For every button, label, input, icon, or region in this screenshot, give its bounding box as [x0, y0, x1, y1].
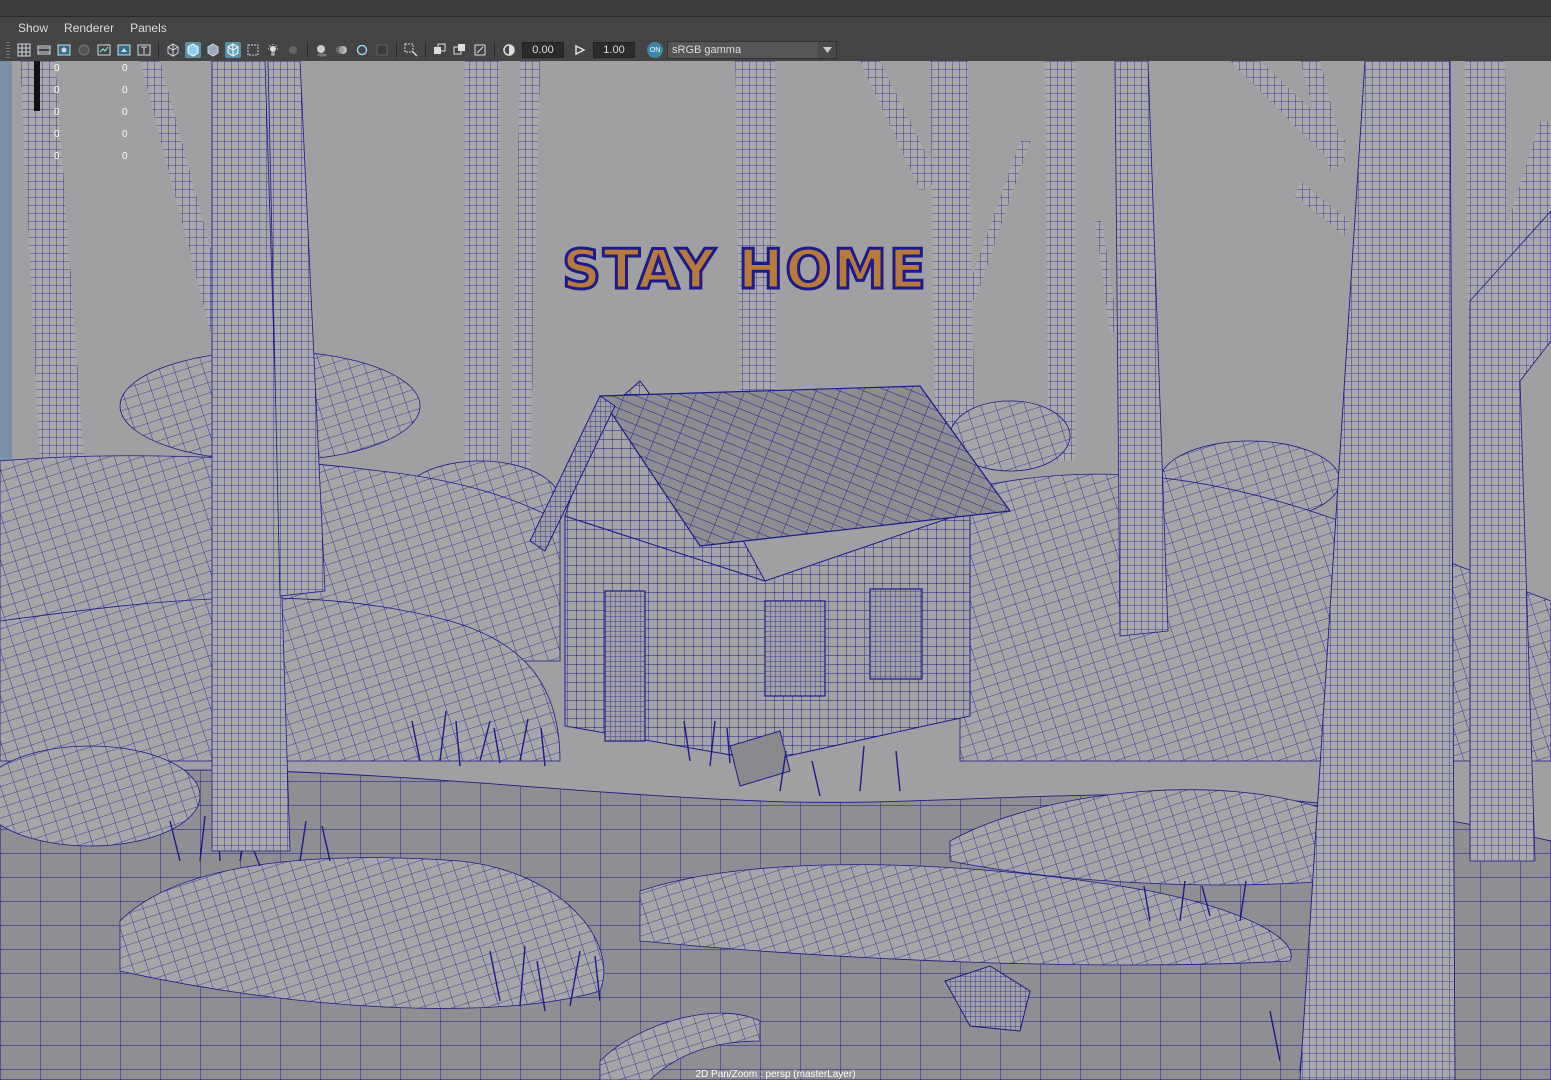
wireframe-cube-icon[interactable] [165, 42, 181, 58]
hud-value: 0 [54, 63, 60, 74]
safe-title-icon[interactable] [136, 42, 152, 58]
safe-action-icon[interactable] [116, 42, 132, 58]
toolbar-grip-handle[interactable] [6, 42, 10, 58]
exposure-icon[interactable] [501, 42, 517, 58]
hud-value: 0 [122, 107, 128, 118]
wireframe-on-shaded-icon[interactable] [205, 42, 221, 58]
panel-toolbar: 0.00 1.00 ON sRGB gamma [0, 39, 1551, 61]
toolbar-separator [494, 42, 495, 58]
shadows-icon[interactable] [285, 42, 301, 58]
hud-value: 0 [122, 63, 128, 74]
hud-value: 0 [54, 129, 60, 140]
hud-value: 0 [122, 129, 128, 140]
hud-value: 0 [54, 85, 60, 96]
field-chart-icon[interactable] [96, 42, 112, 58]
view-transform-value: sRGB gamma [672, 44, 742, 56]
menu-panels[interactable]: Panels [122, 21, 175, 35]
xray-joints-icon[interactable] [432, 42, 448, 58]
smooth-shade-icon[interactable] [185, 42, 201, 58]
sign-text: STAY HOME [562, 238, 928, 301]
gamma-icon[interactable] [572, 42, 588, 58]
panel-menubar: Show Renderer Panels [0, 17, 1551, 39]
film-gate-icon[interactable] [36, 42, 52, 58]
viewport-left-edge [0, 61, 12, 461]
viewport-3d[interactable]: STAY HOME 0 0 0 0 0 0 0 0 0 0 2D Pan/Zoo… [0, 61, 1551, 1080]
ambient-occlusion-icon[interactable] [314, 42, 330, 58]
gate-mask-icon[interactable] [76, 42, 92, 58]
resolution-gate-icon[interactable] [56, 42, 72, 58]
textured-icon[interactable] [225, 42, 241, 58]
title-strip [0, 0, 1551, 17]
toolbar-separator [396, 42, 397, 58]
depth-of-field-icon[interactable] [374, 42, 390, 58]
hud-value: 0 [54, 107, 60, 118]
chevron-down-icon [818, 42, 836, 58]
gamma-field[interactable]: 1.00 [593, 42, 635, 58]
hud-divider [34, 61, 40, 111]
xray-active-icon[interactable] [452, 42, 468, 58]
color-management-toggle[interactable]: ON [647, 42, 663, 58]
grid-icon[interactable] [16, 42, 32, 58]
stay-home-sign: STAY HOME [561, 237, 928, 303]
menu-renderer[interactable]: Renderer [56, 21, 122, 35]
hud-value: 0 [122, 151, 128, 162]
hud-value: 0 [122, 85, 128, 96]
menu-show[interactable]: Show [0, 21, 56, 35]
toolbar-separator [425, 42, 426, 58]
xray-icon[interactable] [245, 42, 261, 58]
motion-blur-icon[interactable] [334, 42, 350, 58]
hud-value: 0 [54, 151, 60, 162]
camera-label: 2D Pan/Zoom : persp (masterLayer) [695, 1069, 856, 1080]
anti-aliasing-icon[interactable] [354, 42, 370, 58]
toolbar-separator [307, 42, 308, 58]
lights-icon[interactable] [265, 42, 281, 58]
backface-culling-icon[interactable] [472, 42, 488, 58]
toolbar-separator [158, 42, 159, 58]
wireframe-scene: STAY HOME [0, 61, 1551, 1080]
isolate-select-icon[interactable] [403, 42, 419, 58]
exposure-field[interactable]: 0.00 [522, 42, 564, 58]
view-transform-dropdown[interactable]: sRGB gamma [667, 41, 837, 59]
